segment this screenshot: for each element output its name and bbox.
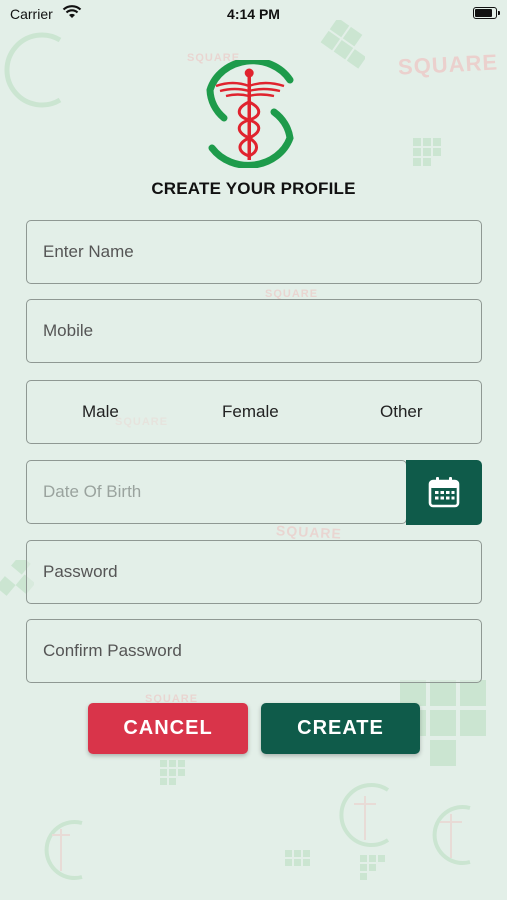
create-button[interactable]: CREATE bbox=[261, 703, 420, 754]
gender-option-other[interactable]: Other bbox=[380, 381, 423, 443]
gender-selector: Male Female Other bbox=[26, 380, 482, 444]
tile-pattern-icon bbox=[320, 20, 365, 69]
gender-option-female[interactable]: Female bbox=[222, 381, 279, 443]
status-bar: Carrier 4:14 PM bbox=[0, 0, 507, 28]
mobile-input[interactable] bbox=[27, 300, 481, 362]
clock: 4:14 PM bbox=[227, 6, 280, 22]
password-field bbox=[26, 540, 482, 604]
name-field bbox=[26, 220, 482, 284]
logo-watermark-icon bbox=[339, 783, 390, 847]
battery-level bbox=[475, 9, 492, 17]
mobile-field bbox=[26, 299, 482, 363]
battery-icon bbox=[473, 7, 500, 19]
confirm-password-field bbox=[26, 619, 482, 683]
cancel-button[interactable]: CANCEL bbox=[88, 703, 248, 754]
date-of-birth-field bbox=[26, 460, 407, 524]
logo-watermark-icon bbox=[44, 820, 83, 880]
confirm-password-input[interactable] bbox=[27, 620, 481, 682]
calendar-button[interactable] bbox=[406, 460, 482, 525]
gender-option-male[interactable]: Male bbox=[82, 381, 119, 443]
tile-pattern-icon bbox=[160, 760, 185, 785]
password-input[interactable] bbox=[27, 541, 481, 603]
logo-watermark-icon bbox=[432, 805, 471, 865]
logo-watermark-icon bbox=[4, 32, 62, 108]
page-title: CREATE YOUR PROFILE bbox=[151, 179, 356, 198]
tile-pattern-icon bbox=[413, 138, 441, 166]
date-of-birth-input[interactable] bbox=[27, 461, 406, 523]
name-input[interactable] bbox=[27, 221, 481, 283]
watermark-word: SQUARE bbox=[275, 522, 343, 542]
tile-pattern-icon bbox=[360, 855, 385, 880]
tile-pattern-icon bbox=[285, 850, 310, 866]
caduceus-logo-icon bbox=[206, 60, 294, 168]
watermark-word: SQUARE bbox=[397, 49, 499, 80]
calendar-icon bbox=[428, 477, 460, 508]
